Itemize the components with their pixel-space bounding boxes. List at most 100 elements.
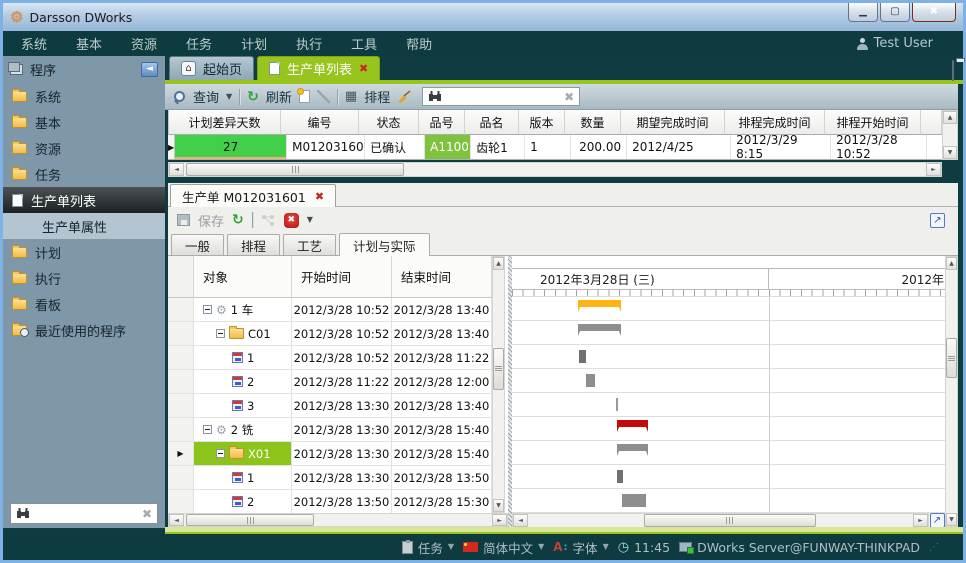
- cancel-shield-icon[interactable]: ✖: [284, 213, 299, 228]
- object-cell[interactable]: 3: [194, 394, 292, 418]
- object-cell[interactable]: 2: [194, 370, 292, 394]
- grid-cell[interactable]: M012031601: [287, 135, 365, 159]
- scroll-thumb[interactable]: [493, 348, 504, 390]
- column-end-time[interactable]: 结束时间: [392, 256, 492, 298]
- grid-cell[interactable]: 1: [525, 135, 571, 159]
- schedule-button[interactable]: 排程: [364, 87, 390, 106]
- edit-pencil-icon[interactable]: [317, 90, 330, 103]
- sidebar-item-生产单属性[interactable]: 生产单属性: [3, 213, 165, 239]
- scroll-up-icon[interactable]: ▲: [493, 257, 504, 270]
- tab-工艺[interactable]: 工艺: [283, 234, 336, 255]
- column-start-time[interactable]: 开始时间: [292, 256, 392, 298]
- object-cell[interactable]: C01: [194, 322, 292, 346]
- column-object[interactable]: 对象: [194, 256, 292, 298]
- table-row[interactable]: ▶X012012/3/28 13:302012/3/28 15:40: [168, 442, 492, 466]
- detail-refresh-icon[interactable]: ↻: [232, 213, 244, 227]
- start-time-cell[interactable]: 2012/3/28 13:30: [292, 466, 392, 490]
- table-row[interactable]: C012012/3/28 10:522012/3/28 13:40: [168, 322, 492, 346]
- end-time-cell[interactable]: 2012/3/28 15:40: [392, 418, 492, 442]
- gantt-task-bar[interactable]: [616, 398, 618, 411]
- grid-column-排程开始时间[interactable]: 排程开始时间: [825, 110, 921, 135]
- tab-home[interactable]: ⌂ 起始页: [169, 56, 254, 80]
- scroll-right-icon[interactable]: ►: [492, 514, 507, 526]
- table-row[interactable]: 32012/3/28 13:302012/3/28 13:40: [168, 394, 492, 418]
- query-dropdown-icon[interactable]: ▼: [226, 93, 232, 101]
- start-time-cell[interactable]: 2012/3/28 10:52: [292, 298, 392, 322]
- grid-column-数量[interactable]: 数量: [565, 110, 621, 135]
- end-time-cell[interactable]: 2012/3/28 12:00: [392, 370, 492, 394]
- table-row[interactable]: ⚙2 铣2012/3/28 13:302012/3/28 15:40: [168, 418, 492, 442]
- printer-icon[interactable]: [952, 60, 954, 81]
- gantt-summary-bar[interactable]: [578, 324, 621, 331]
- scroll-thumb[interactable]: [946, 338, 957, 378]
- scroll-left-icon[interactable]: ◄: [513, 514, 528, 527]
- close-button[interactable]: ✖: [912, 3, 956, 22]
- grid-data-row[interactable]: ▶27M012031601已确认A11001齿轮11200.002012/4/2…: [168, 135, 942, 160]
- status-language[interactable]: 简体中文 ▼: [463, 538, 544, 557]
- menu-item-帮助[interactable]: 帮助: [406, 34, 432, 53]
- user-box[interactable]: Test User: [857, 36, 945, 51]
- scroll-down-icon[interactable]: ▼: [943, 146, 957, 159]
- grid-column-品名[interactable]: 品名: [465, 110, 519, 135]
- gantt-vertical-scrollbar[interactable]: ▲ ▼: [945, 256, 958, 527]
- schedule-table-horizontal-scrollbar[interactable]: ◄ ►: [168, 513, 508, 527]
- broom-icon[interactable]: [397, 90, 412, 104]
- grid-column-品号[interactable]: 品号: [419, 110, 465, 135]
- tab-排程[interactable]: 排程: [227, 234, 280, 255]
- grid-cell[interactable]: 200.00: [571, 135, 627, 159]
- sidebar-item-看板[interactable]: 看板: [3, 291, 165, 317]
- sidebar-item-计划[interactable]: 计划: [3, 239, 165, 265]
- org-chart-icon[interactable]: [261, 214, 276, 227]
- start-time-cell[interactable]: 2012/3/28 11:22: [292, 370, 392, 394]
- menu-item-计划[interactable]: 计划: [241, 34, 267, 53]
- start-time-cell[interactable]: 2012/3/28 13:30: [292, 418, 392, 442]
- minimize-button[interactable]: ▁: [848, 3, 878, 22]
- start-time-cell[interactable]: 2012/3/28 10:52: [292, 322, 392, 346]
- object-cell[interactable]: ⚙1 车: [194, 298, 292, 322]
- grid-horizontal-scrollbar[interactable]: ◄ ►: [168, 162, 942, 177]
- grid-column-排程完成时间[interactable]: 排程完成时间: [725, 110, 825, 135]
- tab-production-order-list[interactable]: 生产单列表 ✖: [257, 56, 380, 80]
- object-cell[interactable]: 1: [194, 346, 292, 370]
- object-cell[interactable]: 2: [194, 490, 292, 514]
- end-time-cell[interactable]: 2012/3/28 15:40: [392, 442, 492, 466]
- gantt-summary-bar[interactable]: [617, 444, 648, 451]
- grid-column-计划差异天数[interactable]: 计划差异天数: [169, 110, 281, 135]
- grid-column-编号[interactable]: 编号: [281, 110, 359, 135]
- menu-item-工具[interactable]: 工具: [351, 34, 377, 53]
- sidebar-item-执行[interactable]: 执行: [3, 265, 165, 291]
- gantt-task-bar[interactable]: [579, 350, 586, 363]
- scroll-up-icon[interactable]: ▲: [946, 257, 957, 270]
- end-time-cell[interactable]: 2012/3/28 13:40: [392, 394, 492, 418]
- query-button[interactable]: 查询: [193, 87, 219, 106]
- scroll-down-icon[interactable]: ▼: [493, 499, 504, 512]
- scroll-left-icon[interactable]: ◄: [169, 514, 184, 526]
- grid-cell[interactable]: A11001: [425, 135, 471, 159]
- tab-一般[interactable]: 一般: [171, 234, 224, 255]
- refresh-button[interactable]: 刷新: [266, 87, 292, 106]
- new-document-icon[interactable]: [299, 90, 310, 103]
- grid-cell[interactable]: 2012/3/28 10:52: [831, 135, 927, 159]
- status-task[interactable]: 任务 ▼: [402, 538, 454, 557]
- gantt-summary-bar[interactable]: [617, 420, 648, 427]
- sidebar-item-基本[interactable]: 基本: [3, 109, 165, 135]
- dropdown-icon[interactable]: ▼: [603, 543, 609, 551]
- scroll-thumb[interactable]: [644, 514, 816, 527]
- grid-cell[interactable]: 27: [175, 135, 287, 159]
- gantt-expand-icon[interactable]: ↗: [930, 513, 945, 528]
- menu-item-资源[interactable]: 资源: [131, 34, 157, 53]
- tree-expander-icon[interactable]: [203, 305, 212, 314]
- grid-column-期望完成时间[interactable]: 期望完成时间: [621, 110, 725, 135]
- sidebar-search-clear-icon[interactable]: ✖: [142, 508, 152, 520]
- dropdown-icon[interactable]: ▼: [538, 543, 544, 551]
- grid-cell[interactable]: 齿轮1: [471, 135, 525, 159]
- table-row[interactable]: 12012/3/28 10:522012/3/28 11:22: [168, 346, 492, 370]
- table-row[interactable]: 12012/3/28 13:302012/3/28 13:50: [168, 466, 492, 490]
- object-cell[interactable]: X01: [194, 442, 292, 466]
- dropdown-icon[interactable]: ▼: [448, 543, 454, 551]
- gantt-horizontal-scrollbar[interactable]: ◄ ►: [512, 513, 929, 528]
- sidebar-collapse-button[interactable]: ◄: [141, 62, 158, 77]
- resize-grip[interactable]: ⋰: [929, 542, 939, 553]
- tab-计划与实际[interactable]: 计划与实际: [339, 233, 430, 256]
- schedule-table-vertical-scrollbar[interactable]: ▲ ▼: [492, 256, 505, 513]
